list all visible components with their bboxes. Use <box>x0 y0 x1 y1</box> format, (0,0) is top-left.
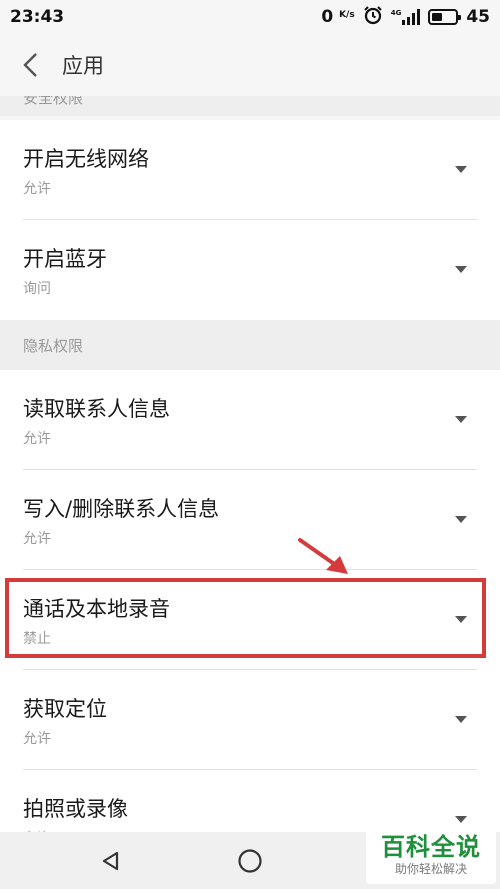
permission-title: 拍照或录像 <box>23 797 128 821</box>
permission-value: 禁止 <box>23 631 51 647</box>
back-button[interactable] <box>0 34 62 96</box>
chevron-left-icon <box>23 53 37 77</box>
dropdown-arrow-icon <box>455 616 467 623</box>
battery-icon <box>428 9 462 25</box>
status-icons: 0 K/s 4G 45 <box>321 5 490 30</box>
section-label: 隐私权限 <box>23 336 84 355</box>
permission-title: 获取定位 <box>23 697 107 721</box>
network-speed-value: 0 <box>321 7 334 27</box>
permission-item-location[interactable]: 获取定位 允许 <box>0 670 500 770</box>
permission-value: 允许 <box>23 431 51 447</box>
permission-item-read-contacts[interactable]: 读取联系人信息 允许 <box>0 370 500 470</box>
page-title: 应用 <box>62 54 104 78</box>
battery-level: 45 <box>466 7 490 27</box>
watermark-main: 百科全说 <box>381 833 481 861</box>
dropdown-arrow-icon <box>455 816 467 823</box>
section-header-security: 安全权限 <box>0 96 500 116</box>
permission-item-bluetooth[interactable]: 开启蓝牙 询问 <box>0 220 500 320</box>
status-time: 23:43 <box>10 7 65 27</box>
permission-value: 允许 <box>23 731 51 747</box>
status-bar: 23:43 0 K/s 4G 45 <box>0 0 500 34</box>
alarm-icon <box>363 5 383 30</box>
permission-list[interactable]: 安全权限 开启无线网络 允许 开启蓝牙 询问 隐私权限 读取联系人信息 允许 写… <box>0 96 500 832</box>
permission-value: 询问 <box>23 281 51 297</box>
network-speed-unit: K/s <box>339 10 355 20</box>
nav-back-button[interactable] <box>76 832 146 889</box>
permission-title: 写入/删除联系人信息 <box>23 497 220 521</box>
permission-item-call-recording[interactable]: 通话及本地录音 禁止 <box>0 570 500 670</box>
cellular-signal-icon: 4G <box>391 9 421 25</box>
dropdown-arrow-icon <box>455 166 467 173</box>
permission-title: 通话及本地录音 <box>23 597 170 621</box>
dropdown-arrow-icon <box>455 416 467 423</box>
dropdown-arrow-icon <box>455 716 467 723</box>
triangle-back-icon <box>102 851 119 870</box>
permission-value: 允许 <box>23 531 51 547</box>
permission-value: 允许 <box>23 181 51 197</box>
permission-item-wifi[interactable]: 开启无线网络 允许 <box>0 120 500 220</box>
watermark: 百科全说 助你轻松解决 <box>366 826 496 884</box>
permission-item-camera[interactable]: 拍照或录像 允许 <box>0 770 500 832</box>
network-speed: 0 K/s <box>321 7 354 27</box>
watermark-sub: 助你轻松解决 <box>394 862 467 876</box>
permission-title: 开启蓝牙 <box>23 247 107 271</box>
permission-title: 开启无线网络 <box>23 147 149 171</box>
permission-title: 读取联系人信息 <box>23 397 170 421</box>
circle-home-icon <box>238 848 262 873</box>
section-label: 安全权限 <box>23 96 84 107</box>
dropdown-arrow-icon <box>455 266 467 273</box>
network-type-label: 4G <box>390 9 402 17</box>
dropdown-arrow-icon <box>455 516 467 523</box>
app-header: 应用 <box>0 34 500 96</box>
section-header-privacy: 隐私权限 <box>0 320 500 370</box>
nav-home-button[interactable] <box>215 832 285 889</box>
permission-item-write-contacts[interactable]: 写入/删除联系人信息 允许 <box>0 470 500 570</box>
